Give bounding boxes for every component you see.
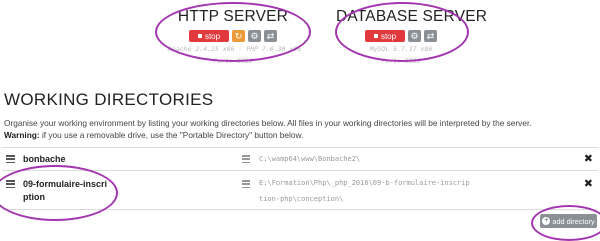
database-server-controls: stop ⚙ ⇄ — [336, 30, 466, 42]
http-server-title: HTTP SERVER — [177, 8, 289, 25]
directory-path[interactable]: E:\Formation\Php\_php_2016\09-b-formulai… — [259, 175, 470, 207]
close-icon[interactable]: ✖ — [584, 179, 593, 190]
directory-name-line: 09-formulaire-inscri — [23, 179, 108, 189]
directory-path[interactable]: C:\wamp64\www\Bonbache2\ — [259, 151, 360, 167]
working-directories-title: WORKING DIRECTORIES — [4, 90, 214, 109]
swap-arrows-icon: ⇄ — [266, 31, 275, 41]
drag-handle-icon[interactable] — [6, 155, 15, 163]
http-stop-button[interactable]: stop — [189, 30, 229, 42]
swap-arrows-icon: ⇄ — [426, 31, 435, 41]
http-server-port: Port: 8080 — [213, 57, 253, 65]
database-server-port: Port: 3306 — [381, 57, 421, 65]
gear-icon: ⚙ — [410, 31, 419, 41]
path-handle-icon — [242, 180, 250, 188]
http-stop-label: stop — [204, 31, 221, 41]
stop-icon — [197, 34, 202, 38]
http-server-controls: stop ↻ ⚙ ⇄ — [168, 30, 298, 42]
refresh-icon: ↻ — [234, 31, 243, 41]
working-directories-description: Organise your working environment by lis… — [4, 117, 532, 141]
http-server-panel: HTTP SERVER stop ↻ ⚙ ⇄ Apache 2.4.25 x86… — [168, 8, 302, 66]
add-directory-label: add directory — [552, 216, 595, 226]
database-server-panel: DATABASE SERVER stop ⚙ ⇄ MySQL 5.7.17 x8… — [336, 8, 488, 66]
database-config-button[interactable]: ⚙ — [408, 30, 421, 42]
directory-row: bonbache C:\wamp64\www\Bonbache2\ ✖ — [2, 148, 598, 171]
directory-name[interactable]: bonbache — [23, 153, 66, 166]
database-server-version: MySQL 5.7.17 x86 — [369, 45, 433, 53]
drag-handle-icon[interactable] — [6, 180, 15, 188]
directory-list: bonbache C:\wamp64\www\Bonbache2\ ✖ 09-f… — [2, 147, 598, 210]
warning-line: Warning: if you use a removable drive, u… — [4, 129, 532, 141]
path-handle-icon — [242, 155, 250, 163]
http-server-version: Apache 2.4.25 x86 - PHP 7.0.30 x86 — [168, 45, 302, 53]
warning-label: Warning: — [4, 130, 40, 140]
directory-row: 09-formulaire-inscri ption E:\Formation\… — [2, 171, 598, 210]
stop-icon — [373, 34, 378, 38]
directory-name[interactable]: 09-formulaire-inscri ption — [23, 178, 107, 204]
http-restart-button[interactable]: ↻ — [232, 30, 245, 42]
directory-path-line: E:\Formation\Php\_php_2016\09-b-formulai… — [259, 179, 470, 187]
directory-path-line: tion-php\conception\ — [259, 195, 344, 203]
close-icon[interactable]: ✖ — [584, 154, 593, 165]
plus-circle-icon: + — [542, 217, 551, 225]
database-stop-label: stop — [380, 31, 397, 41]
gear-icon: ⚙ — [250, 31, 259, 41]
http-switch-button[interactable]: ⇄ — [264, 30, 277, 42]
database-stop-button[interactable]: stop — [365, 30, 405, 42]
description-text: Organise your working environment by lis… — [4, 118, 532, 128]
warning-text: if you use a removable drive, use the "P… — [39, 130, 304, 140]
add-directory-button[interactable]: + add directory — [540, 214, 597, 228]
directory-name-line: ption — [23, 192, 45, 202]
database-switch-button[interactable]: ⇄ — [424, 30, 437, 42]
database-server-title: DATABASE SERVER — [336, 8, 488, 25]
http-config-button[interactable]: ⚙ — [248, 30, 261, 42]
